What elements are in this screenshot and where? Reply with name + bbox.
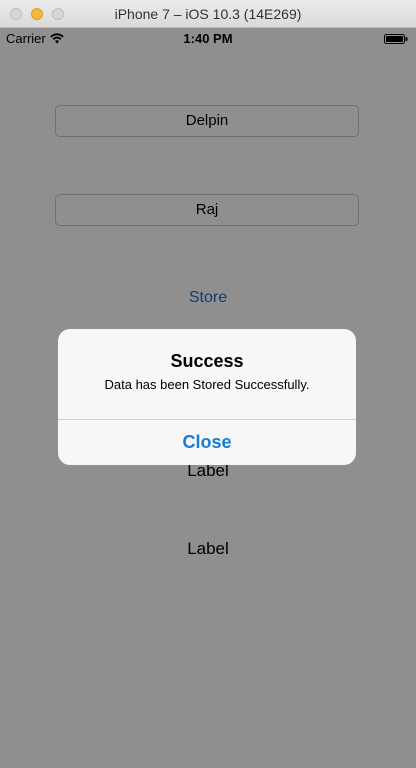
alert-close-button[interactable]: Close xyxy=(58,420,356,465)
window-titlebar: iPhone 7 – iOS 10.3 (14E269) xyxy=(0,0,416,28)
success-alert: Success Data has been Stored Successfull… xyxy=(58,329,356,465)
alert-message: Data has been Stored Successfully. xyxy=(104,377,310,392)
window-title: iPhone 7 – iOS 10.3 (14E269) xyxy=(114,6,302,22)
simulator-window: iPhone 7 – iOS 10.3 (14E269) Carrier 1:4… xyxy=(0,0,416,768)
device-screen: Carrier 1:40 PM Delpin Raj Store Label L… xyxy=(0,28,416,768)
alert-title: Success xyxy=(170,351,244,371)
